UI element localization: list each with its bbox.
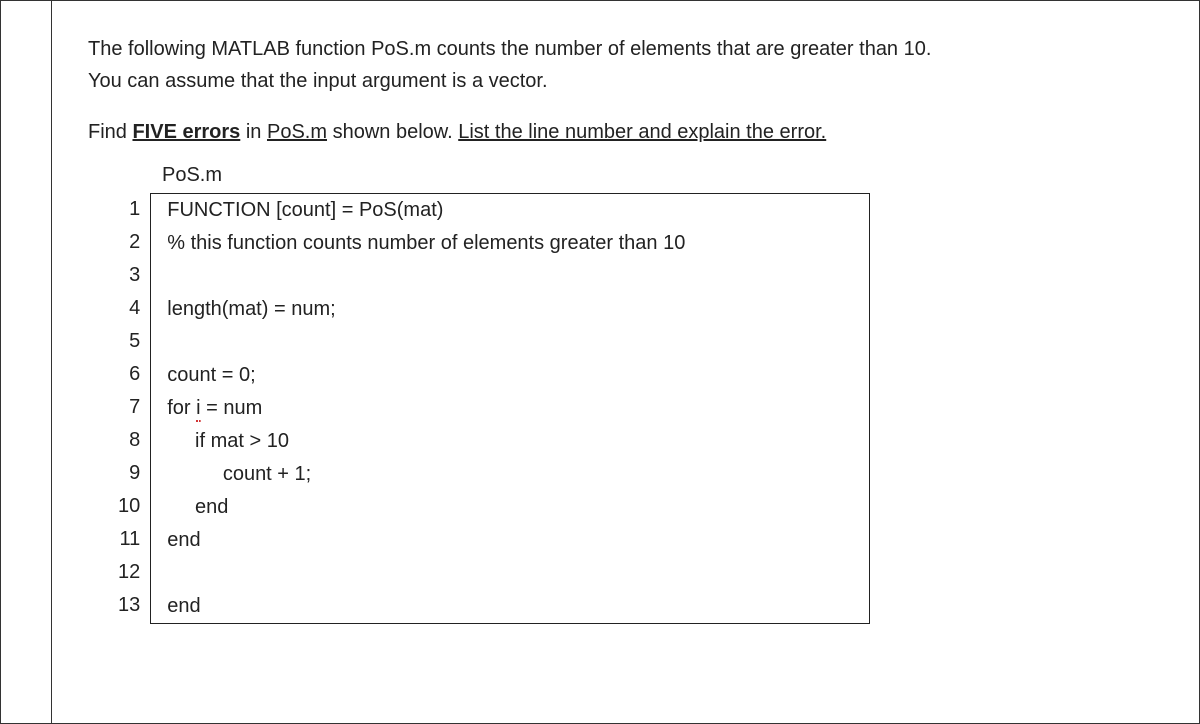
- line-number: 4: [129, 292, 140, 325]
- code-filename: PoS.m: [162, 164, 1159, 187]
- squiggle-i: i: [196, 397, 200, 422]
- instruction-middle: in: [240, 121, 267, 143]
- instruction-five-errors: FIVE errors: [132, 121, 240, 143]
- code-line: end: [167, 524, 853, 557]
- intro-line-2: You can assume that the input argument i…: [88, 70, 548, 92]
- line-number: 11: [119, 523, 140, 556]
- code-line: end: [167, 491, 853, 524]
- code-line: [167, 260, 853, 293]
- code-line: % this function counts number of element…: [167, 227, 853, 260]
- intro-paragraph: The following MATLAB function PoS.m coun…: [88, 33, 1159, 97]
- instruction-prefix: Find: [88, 121, 132, 143]
- code-line-7: for i = num: [167, 392, 853, 425]
- line-number: 3: [129, 259, 140, 292]
- document-frame: The following MATLAB function PoS.m coun…: [0, 0, 1200, 724]
- line-number: 9: [129, 457, 140, 490]
- content-area: The following MATLAB function PoS.m coun…: [51, 1, 1199, 723]
- line-number: 8: [129, 424, 140, 457]
- code-line: if mat > 10: [167, 425, 853, 458]
- instruction-list: List the line number and explain the err…: [458, 121, 826, 143]
- line-number: 6: [129, 358, 140, 391]
- code-line: end: [167, 590, 853, 623]
- line-number: 1: [129, 193, 140, 226]
- intro-line-1: The following MATLAB function PoS.m coun…: [88, 38, 931, 60]
- code-container: 1 2 3 4 5 6 7 8 9 10 11 12 13 FUNCTION […: [118, 193, 1159, 624]
- code-line: [167, 557, 853, 590]
- code-line: length(mat) = num;: [167, 293, 853, 326]
- code-line: FUNCTION [count] = PoS(mat): [167, 194, 853, 227]
- line-number: 5: [129, 325, 140, 358]
- line-number: 10: [118, 490, 140, 523]
- line-number: 2: [129, 226, 140, 259]
- line-number-gutter: 1 2 3 4 5 6 7 8 9 10 11 12 13: [118, 193, 150, 624]
- code-line: count + 1;: [167, 458, 853, 491]
- instruction-posm: PoS.m: [267, 121, 327, 143]
- instruction-after: shown below.: [327, 121, 458, 143]
- code-line: [167, 326, 853, 359]
- line-number: 12: [118, 556, 140, 589]
- line-number: 13: [118, 589, 140, 622]
- code-line: count = 0;: [167, 359, 853, 392]
- code-box: FUNCTION [count] = PoS(mat) % this funct…: [150, 193, 870, 624]
- instruction-line: Find FIVE errors in PoS.m shown below. L…: [88, 121, 1159, 144]
- line-number: 7: [129, 391, 140, 424]
